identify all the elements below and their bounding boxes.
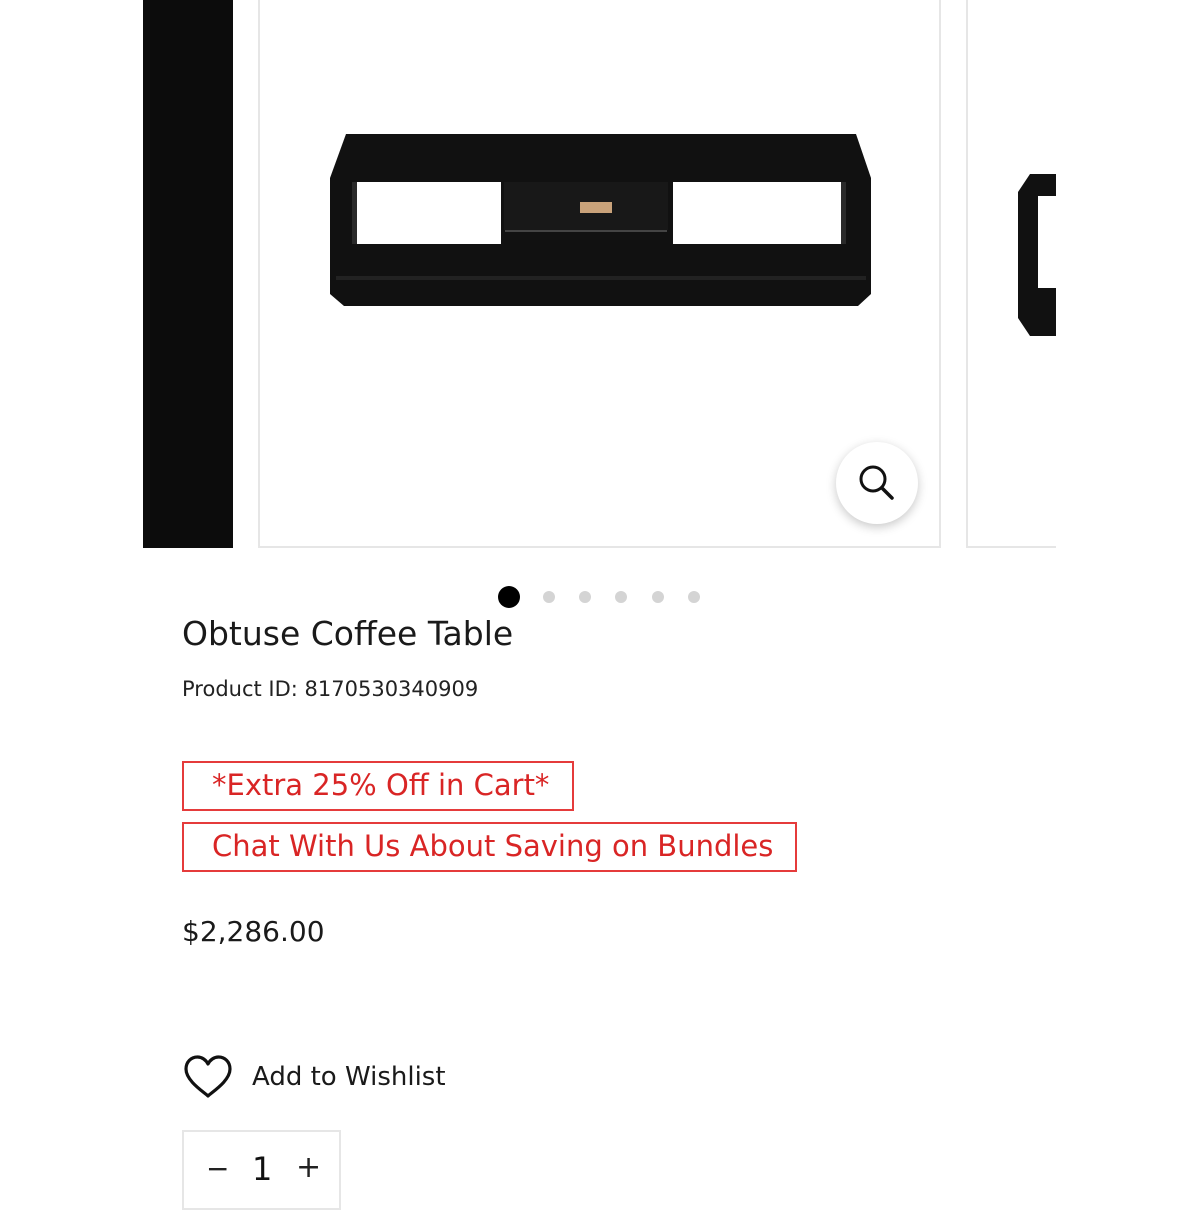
- product-id: Product ID: 8170530340909: [182, 677, 479, 701]
- pagination-dot[interactable]: [615, 591, 627, 603]
- quantity-stepper: − 1 +: [182, 1130, 341, 1210]
- add-to-wishlist-button[interactable]: Add to Wishlist: [182, 1052, 446, 1102]
- pagination-dot[interactable]: [652, 591, 664, 603]
- product-title: Obtuse Coffee Table: [182, 614, 514, 653]
- promo-badge-extra-discount: *Extra 25% Off in Cart*: [182, 761, 574, 811]
- previous-slide-image[interactable]: [143, 0, 233, 548]
- promo-badge-bundles[interactable]: Chat With Us About Saving on Bundles: [182, 822, 797, 872]
- decrease-quantity-button[interactable]: −: [206, 1152, 229, 1185]
- pagination-dot[interactable]: [498, 586, 520, 608]
- pagination-dot[interactable]: [579, 591, 591, 603]
- pagination-dot[interactable]: [543, 591, 555, 603]
- coffee-table-side-image: [1018, 174, 1056, 336]
- wishlist-label: Add to Wishlist: [252, 1062, 446, 1092]
- increase-quantity-button[interactable]: +: [296, 1150, 321, 1185]
- next-slide-image[interactable]: [966, 0, 1056, 548]
- heart-icon: [184, 1055, 232, 1098]
- coffee-table-image: [330, 134, 871, 306]
- quantity-input[interactable]: 1: [252, 1150, 272, 1188]
- pagination-dot[interactable]: [688, 591, 700, 603]
- zoom-button[interactable]: [836, 442, 918, 524]
- current-slide-image[interactable]: [258, 0, 941, 548]
- magnifier-icon: [859, 465, 894, 500]
- product-price: $2,286.00: [182, 915, 325, 948]
